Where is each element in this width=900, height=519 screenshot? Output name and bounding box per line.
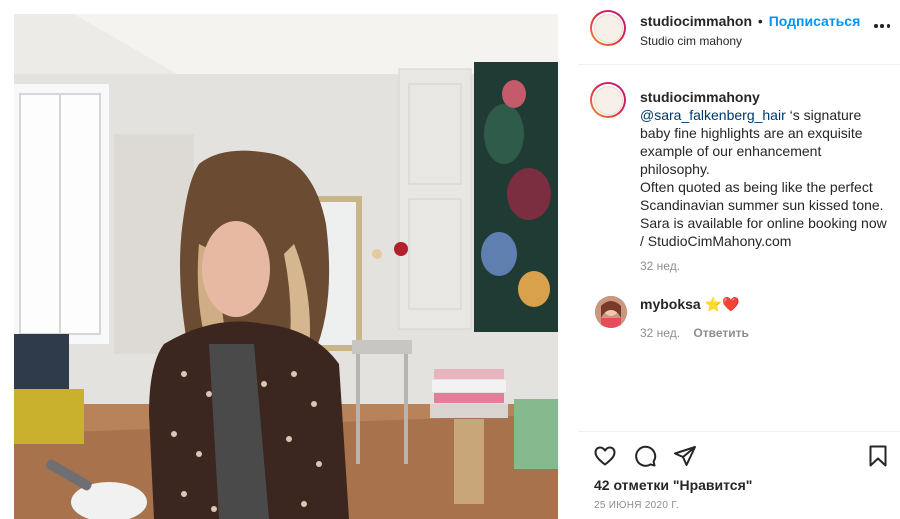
- heart-emoji: ❤️: [722, 296, 740, 312]
- star-emoji: ⭐: [704, 296, 723, 312]
- post-caption: studiocimmahony @sara_falkenberg_hair ‘s…: [640, 88, 895, 250]
- caption-author-avatar[interactable]: [590, 82, 626, 118]
- header-user-line: studiocimmahon • Подписаться: [640, 13, 860, 29]
- heart-icon[interactable]: [592, 444, 618, 468]
- caption-line: Sara is available for online booking now: [640, 215, 887, 231]
- likes-count[interactable]: 42 отметки "Нравится": [594, 477, 752, 493]
- post-header: studiocimmahon • Подписаться Studio cim …: [578, 0, 900, 65]
- comment-line: myboksa ⭐❤️: [640, 296, 739, 313]
- reply-button[interactable]: Ответить: [693, 326, 748, 340]
- bookmark-icon[interactable]: [866, 444, 890, 468]
- caption-timestamp[interactable]: 32 нед.: [640, 259, 680, 273]
- post-photo[interactable]: [14, 14, 558, 519]
- comment-timestamp[interactable]: 32 нед.: [640, 326, 680, 340]
- header-separator: •: [757, 13, 763, 29]
- comment-icon[interactable]: [632, 444, 658, 468]
- follow-button[interactable]: Подписаться: [769, 13, 861, 29]
- commenter-avatar[interactable]: [595, 296, 627, 328]
- caption-first-line-rest: ‘s signature: [785, 107, 862, 123]
- caption-line: Often quoted as being like the perfect: [640, 179, 873, 195]
- salon-photo-illustration: [14, 14, 558, 519]
- caption-line: / StudioCimMahony.com: [640, 233, 792, 249]
- commenter-avatar-image: [595, 296, 627, 328]
- caption-line: philosophy.: [640, 161, 710, 177]
- commenter-username[interactable]: myboksa: [640, 296, 701, 312]
- caption-mention[interactable]: @sara_falkenberg_hair: [640, 107, 786, 123]
- caption-line: Scandinavian summer sun kissed tone.: [640, 197, 884, 213]
- location-link[interactable]: Studio cim mahony: [640, 34, 742, 48]
- author-avatar[interactable]: [590, 10, 626, 46]
- caption-line: baby fine highlights are an exquisite: [640, 125, 863, 141]
- share-icon[interactable]: [672, 444, 698, 468]
- post-date[interactable]: 25 ИЮНЯ 2020 Г.: [594, 500, 679, 511]
- comment-meta: 32 нед. Ответить: [640, 326, 749, 340]
- caption-username[interactable]: studiocimmahony: [640, 88, 895, 106]
- post-actions: 42 отметки "Нравится" 25 ИЮНЯ 2020 Г.: [578, 431, 900, 519]
- caption-first-line: @sara_falkenberg_hair ‘s signature: [640, 106, 895, 124]
- more-horizontal-icon[interactable]: [874, 23, 890, 29]
- caption-line: example of our enhancement: [640, 143, 822, 159]
- author-username[interactable]: studiocimmahon: [640, 13, 752, 29]
- instagram-post-view: studiocimmahon • Подписаться Studio cim …: [0, 0, 900, 519]
- post-side-panel: studiocimmahon • Подписаться Studio cim …: [578, 0, 900, 519]
